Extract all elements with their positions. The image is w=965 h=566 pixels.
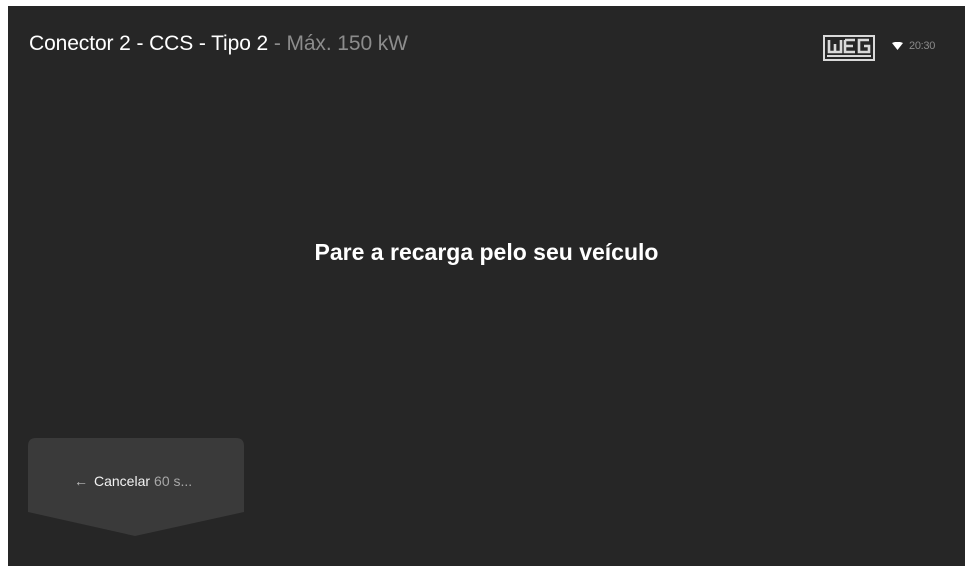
charger-screen: Conector 2 - CCS - Tipo 2 - Máx. 150 kW … bbox=[8, 6, 965, 566]
instruction-message: Pare a recarga pelo seu veículo bbox=[314, 239, 659, 265]
cancel-button[interactable]: ← Cancelar 60 s... bbox=[28, 438, 244, 536]
cancel-button-label: Cancelar bbox=[94, 473, 151, 489]
max-power-label: - Máx. 150 kW bbox=[268, 32, 408, 55]
cancel-button-content: ← Cancelar 60 s... bbox=[74, 473, 192, 489]
connector-title: Conector 2 - CCS - Tipo 2 bbox=[29, 32, 269, 55]
page-title: Conector 2 - CCS - Tipo 2 - Máx. 150 kW bbox=[29, 32, 408, 56]
wifi-icon bbox=[892, 42, 903, 50]
arrow-left-icon: ← bbox=[74, 473, 88, 489]
clock: 20:30 bbox=[909, 40, 936, 52]
cancel-countdown: 60 s... bbox=[154, 473, 193, 489]
weg-logo bbox=[823, 35, 875, 61]
